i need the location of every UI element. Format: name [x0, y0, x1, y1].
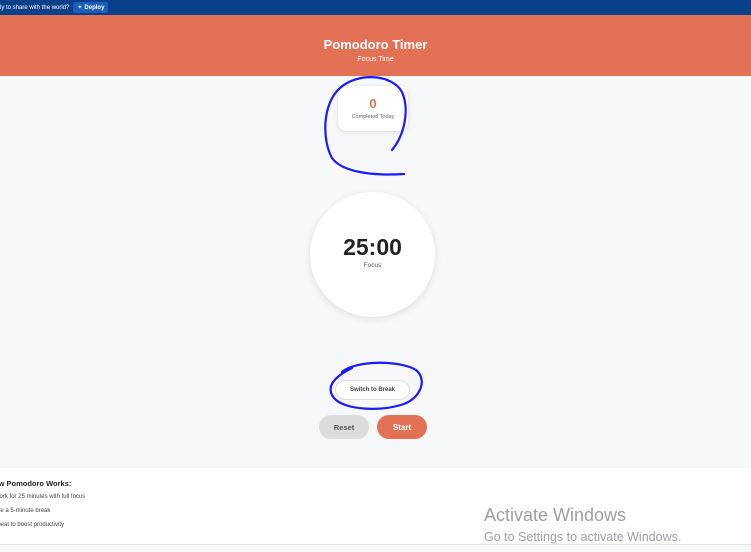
timer-display: 25:00 Focus: [310, 192, 435, 317]
info-list-item: Work for 25 minutes with full focus: [0, 494, 86, 500]
app-header: Pomodoro Timer Focus Time: [0, 15, 751, 76]
switch-to-break-button[interactable]: Switch to Break: [335, 380, 410, 400]
completed-label: Completed Today: [351, 114, 395, 120]
deploy-prompt-text: ly to share with the world?: [0, 4, 70, 11]
reset-button[interactable]: Reset: [319, 415, 369, 439]
app-title: Pomodoro Timer: [323, 37, 428, 52]
info-list-item: ake a 5-minute break: [0, 508, 51, 514]
start-button[interactable]: Start: [377, 415, 427, 439]
watermark-subtitle: Go to Settings to activate Windows.: [484, 530, 682, 544]
activate-windows-watermark: Activate Windows Go to Settings to activ…: [484, 505, 681, 544]
divider: [0, 544, 751, 545]
mode-subtitle: Focus Time: [357, 56, 394, 63]
timer-mode-label: Focus: [363, 262, 382, 269]
completed-stats-card: 0 Completed Today: [338, 86, 408, 131]
completed-count: 0: [369, 96, 377, 111]
watermark-title: Activate Windows: [484, 505, 627, 525]
deploy-button-label: Deploy: [84, 4, 105, 11]
deploy-button[interactable]: ✦ Deploy: [73, 2, 109, 13]
info-list: Work for 25 minutes with full focus ake …: [0, 494, 85, 536]
info-title: ow Pomodoro Works:: [0, 479, 72, 488]
timer-time: 25:00: [343, 234, 402, 260]
rocket-icon: ✦: [77, 5, 83, 11]
info-list-item: epeat to boost productivity: [0, 522, 65, 528]
deploy-bar: ly to share with the world? ✦ Deploy: [0, 0, 751, 15]
